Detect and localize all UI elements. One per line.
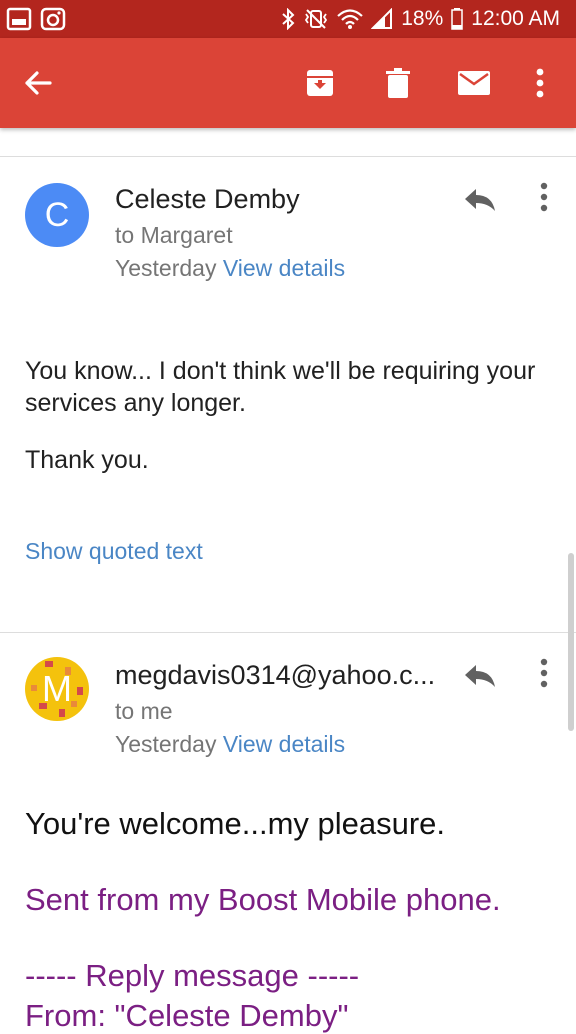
more-vert-icon: [540, 658, 548, 688]
message-more-button[interactable]: [530, 656, 558, 690]
reply-button[interactable]: [460, 182, 500, 218]
back-button[interactable]: [18, 38, 58, 128]
reply-header-line: ----- Reply message -----: [25, 958, 360, 993]
avatar-letter: M: [42, 668, 72, 709]
more-vert-icon: [540, 182, 548, 212]
envelope-icon: [458, 71, 490, 95]
recipient-line: to Margaret: [115, 222, 233, 248]
message-divider: [0, 156, 576, 157]
recipient-line: to me: [115, 698, 173, 724]
message-body: Thank you.: [25, 446, 149, 474]
scrollbar[interactable]: [568, 553, 574, 731]
archive-button[interactable]: [300, 38, 340, 128]
battery-icon: [451, 8, 464, 30]
toolbar: [0, 38, 576, 128]
message-body: You know... I don't think we'll be requi…: [25, 357, 536, 417]
status-bar: 18% 12:00 AM: [0, 0, 576, 38]
reply-icon: [465, 189, 495, 211]
message-date: Yesterday: [115, 731, 217, 757]
sender-name[interactable]: megdavis0314@yahoo.c...: [115, 660, 435, 691]
clock: 12:00 AM: [471, 7, 560, 30]
date-line: Yesterday View details: [115, 255, 345, 282]
mark-unread-button[interactable]: [454, 38, 494, 128]
signal-icon: [371, 8, 393, 29]
message-date: Yesterday: [115, 255, 217, 281]
quoted-from-line: From: "Celeste Demby": [25, 998, 349, 1033]
arrow-left-icon: [25, 71, 52, 95]
view-details-link[interactable]: View details: [223, 731, 345, 757]
sender-name[interactable]: Celeste Demby: [115, 184, 300, 215]
archive-icon: [307, 70, 333, 96]
signature-line: Sent from my Boost Mobile phone.: [25, 882, 501, 917]
message-more-button[interactable]: [530, 180, 558, 214]
battery-percent: 18%: [401, 7, 444, 30]
bluetooth-icon: [282, 8, 295, 30]
avatar-letter: C: [44, 195, 70, 234]
vibrate-mute-icon: [305, 9, 328, 29]
delete-button[interactable]: [378, 38, 418, 128]
avatar[interactable]: C: [25, 183, 89, 247]
view-details-link[interactable]: View details: [223, 255, 345, 281]
gallery-notification-icon: [6, 7, 32, 31]
message-divider: [0, 632, 576, 633]
date-line: Yesterday View details: [115, 731, 345, 758]
more-vert-icon: [536, 68, 544, 98]
reply-icon: [465, 665, 495, 687]
avatar[interactable]: M: [25, 657, 89, 721]
trash-icon: [386, 68, 410, 98]
reply-button[interactable]: [460, 658, 500, 694]
show-quoted-text-link[interactable]: Show quoted text: [25, 538, 203, 565]
wifi-icon: [337, 9, 363, 29]
more-options-button[interactable]: [524, 38, 556, 128]
instagram-notification-icon: [40, 7, 66, 31]
message-body: You're welcome...my pleasure.: [25, 806, 446, 841]
